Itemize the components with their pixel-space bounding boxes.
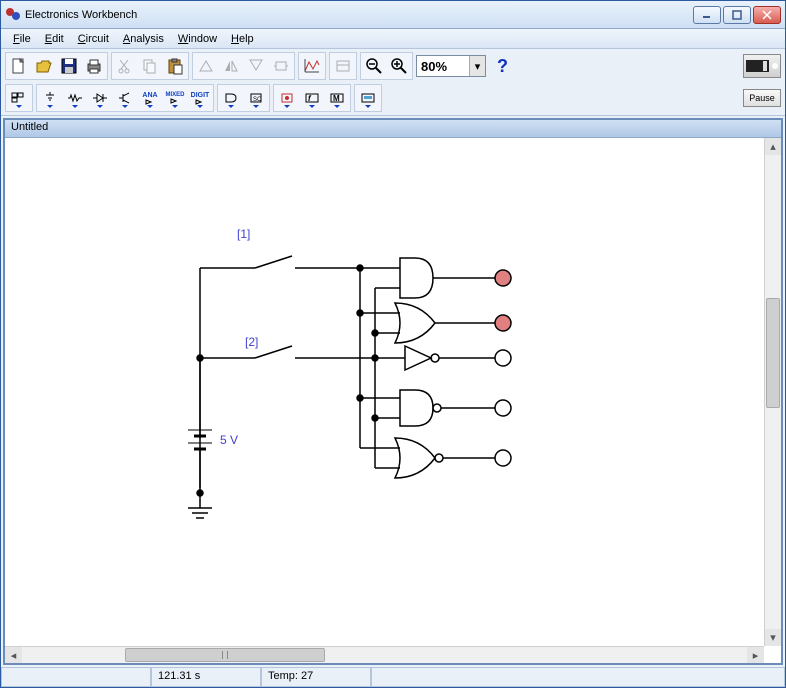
titlebar-text: Electronics Workbench	[25, 9, 693, 21]
menu-window[interactable]: Window	[172, 32, 223, 46]
toolbar-row-2: ANA MIXED DIGIT SO f M Pause	[5, 83, 781, 113]
component-props-button[interactable]	[331, 54, 355, 78]
vertical-scrollbar[interactable]: ▴ ▾	[764, 138, 781, 646]
statusbar: 121.31 s Temp: 27	[1, 667, 785, 687]
menu-analysis[interactable]: Analysis	[117, 32, 170, 46]
horizontal-scrollbar[interactable]: ◂ ▸	[5, 646, 764, 663]
menu-file[interactable]: File	[7, 32, 37, 46]
toolbar-row-1: ▾ ?	[5, 51, 781, 81]
open-button[interactable]	[32, 54, 56, 78]
document-title: Untitled	[5, 120, 781, 138]
svg-text:SO: SO	[253, 97, 262, 103]
vscroll-thumb[interactable]	[766, 298, 780, 408]
rotate-button[interactable]	[194, 54, 218, 78]
simulate-switch[interactable]	[743, 54, 781, 78]
parts-misc[interactable]: M	[325, 86, 349, 110]
parts-analog-ics[interactable]: ANA	[138, 86, 162, 110]
circuit-canvas[interactable]: [1] [2] 5 V ▴ ▾	[5, 138, 781, 646]
switch-2-label: [2]	[245, 335, 258, 349]
parts-basic[interactable]	[63, 86, 87, 110]
toolbars: ▾ ? ANA MIXED DIGIT	[1, 49, 785, 116]
menu-circuit[interactable]: Circuit	[72, 32, 115, 46]
zoom-in-button[interactable]	[387, 54, 411, 78]
print-button[interactable]	[82, 54, 106, 78]
parts-instruments[interactable]	[356, 86, 380, 110]
parts-favorites[interactable]	[7, 86, 31, 110]
graph-button[interactable]	[300, 54, 324, 78]
voltage-label: 5 V	[220, 433, 238, 447]
zoom-input[interactable]	[417, 59, 469, 74]
close-button[interactable]	[753, 6, 781, 24]
subcircuit-button[interactable]	[269, 54, 293, 78]
zoom-out-button[interactable]	[362, 54, 386, 78]
scroll-right-button[interactable]: ▸	[747, 647, 764, 663]
parts-digital-ics[interactable]: DIGIT	[188, 86, 212, 110]
minimize-button[interactable]	[693, 6, 721, 24]
status-time: 121.31 s	[151, 668, 261, 687]
scroll-down-button[interactable]: ▾	[765, 629, 781, 646]
titlebar[interactable]: Electronics Workbench	[1, 1, 785, 29]
parts-controls[interactable]: f	[300, 86, 324, 110]
parts-transistors[interactable]	[113, 86, 137, 110]
status-cell-4	[371, 668, 785, 687]
switch-1-label: [1]	[237, 227, 250, 241]
hscroll-thumb[interactable]	[125, 648, 325, 662]
save-button[interactable]	[57, 54, 81, 78]
parts-indicators[interactable]	[275, 86, 299, 110]
parts-diodes[interactable]	[88, 86, 112, 110]
parts-logic-gates[interactable]	[219, 86, 243, 110]
app-window: Electronics Workbench File Edit Circuit …	[0, 0, 786, 688]
paste-button[interactable]	[163, 54, 187, 78]
scroll-up-button[interactable]: ▴	[765, 138, 781, 155]
status-cell-1	[1, 668, 151, 687]
maximize-button[interactable]	[723, 6, 751, 24]
cut-button[interactable]	[113, 54, 137, 78]
zoom-dropdown-arrow[interactable]: ▾	[469, 56, 485, 76]
parts-mixed-ics[interactable]: MIXED	[163, 86, 187, 110]
flip-v-button[interactable]	[244, 54, 268, 78]
scroll-left-button[interactable]: ◂	[5, 647, 22, 663]
parts-sources[interactable]	[38, 86, 62, 110]
status-temp: Temp: 27	[261, 668, 371, 687]
svg-text:M: M	[333, 94, 340, 103]
menu-edit[interactable]: Edit	[39, 32, 70, 46]
workspace: Untitled	[3, 118, 783, 665]
menu-help[interactable]: Help	[225, 32, 260, 46]
circuit-schematic[interactable]: [1] [2] 5 V	[5, 138, 755, 646]
menubar: File Edit Circuit Analysis Window Help	[1, 29, 785, 49]
help-button[interactable]: ?	[489, 56, 516, 77]
copy-button[interactable]	[138, 54, 162, 78]
pause-button[interactable]: Pause	[743, 89, 781, 107]
app-icon	[5, 7, 21, 23]
flip-h-button[interactable]	[219, 54, 243, 78]
zoom-combo[interactable]: ▾	[416, 55, 486, 77]
parts-digital[interactable]: SO	[244, 86, 268, 110]
new-button[interactable]	[7, 54, 31, 78]
